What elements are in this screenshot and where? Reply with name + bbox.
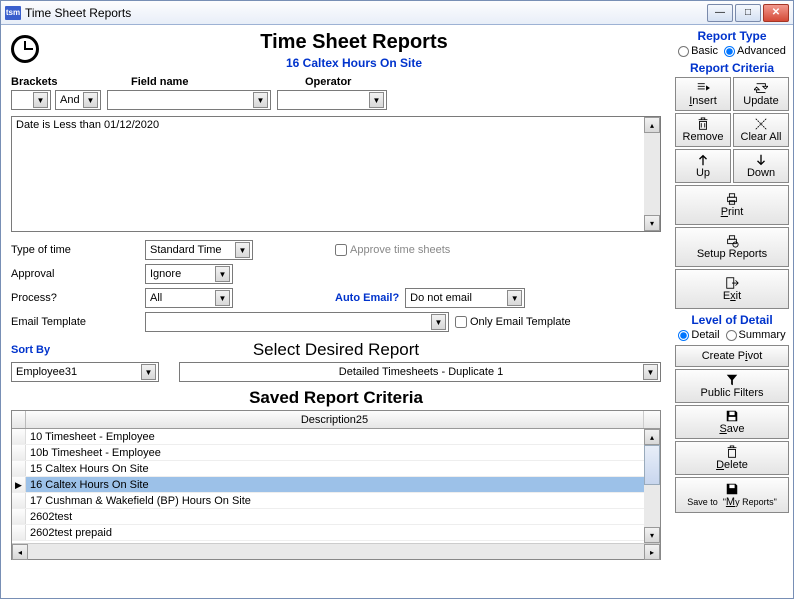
summary-radio[interactable]: Summary — [726, 329, 786, 341]
table-row[interactable]: 17 Cushman & Wakefield (BP) Hours On Sit… — [12, 493, 660, 509]
description-cell: 10 Timesheet - Employee — [26, 429, 644, 444]
fieldname-label: Field name — [131, 76, 305, 88]
report-select-dropdown[interactable]: ▼ Detailed Timesheets - Duplicate 1 — [179, 362, 661, 382]
process-value: All — [150, 292, 162, 304]
onlyemail-label: Only Email Template — [470, 316, 571, 328]
autoemail-value: Do not email — [410, 292, 472, 304]
insert-button[interactable]: Insert — [675, 77, 731, 111]
print-button[interactable]: Print — [675, 185, 789, 225]
approval-label: Approval — [11, 268, 145, 280]
logical-value: And — [60, 94, 80, 106]
autoemail-dropdown[interactable]: Do not email▼ — [405, 288, 525, 308]
description-cell: 17 Cushman & Wakefield (BP) Hours On Sit… — [26, 493, 644, 508]
grid-horizontal-scrollbar[interactable]: ◂▸ — [12, 543, 660, 559]
process-dropdown[interactable]: All▼ — [145, 288, 233, 308]
typeoftime-dropdown[interactable]: Standard Time▼ — [145, 240, 253, 260]
page-title: Time Sheet Reports — [47, 31, 661, 54]
level-of-detail-heading: Level of Detail — [675, 313, 789, 327]
remove-button[interactable]: Remove — [675, 113, 731, 147]
clock-icon — [11, 35, 39, 63]
close-button[interactable]: ✕ — [763, 4, 789, 22]
criteria-scrollbar[interactable]: ▴▾ — [644, 117, 660, 231]
emailtemplate-label: Email Template — [11, 316, 145, 328]
remove-label: Remove — [683, 131, 724, 143]
detail-radio[interactable]: Detail — [678, 329, 719, 341]
window-title: Time Sheet Reports — [25, 6, 707, 20]
approve-label: Approve time sheets — [350, 244, 450, 256]
clearall-button[interactable]: Clear All — [733, 113, 789, 147]
page-subtitle: 16 Caltex Hours On Site — [47, 56, 661, 70]
setup-reports-button[interactable]: Setup Reports — [675, 227, 789, 267]
sortby-label: Sort By — [11, 344, 50, 356]
emailtemplate-dropdown[interactable]: ▼ — [145, 312, 449, 332]
table-row[interactable]: 10 Timesheet - Employee — [12, 429, 660, 445]
description-column-header[interactable]: Description25 — [26, 411, 644, 428]
publicfilters-label: Public Filters — [701, 387, 764, 399]
advanced-radio[interactable]: Advanced — [724, 45, 786, 57]
logical-dropdown[interactable]: And▼ — [55, 90, 101, 110]
grid-vertical-scrollbar[interactable]: ▴▾ — [644, 429, 660, 543]
basic-radio[interactable]: Basic — [678, 45, 718, 57]
down-button[interactable]: Down — [733, 149, 789, 183]
criteria-textarea[interactable]: Date is Less than 01/12/2020 ▴▾ — [11, 116, 661, 232]
update-label: Update — [743, 95, 778, 107]
select-report-heading: Select Desired Report — [11, 340, 661, 360]
public-filters-button[interactable]: Public Filters — [675, 369, 789, 403]
maximize-button[interactable]: □ — [735, 4, 761, 22]
description-cell: 10b Timesheet - Employee — [26, 445, 644, 460]
operator-dropdown[interactable]: ▼ — [277, 90, 387, 110]
typeoftime-value: Standard Time — [150, 244, 222, 256]
clearall-label: Clear All — [741, 131, 782, 143]
description-cell: 16 Caltex Hours On Site — [26, 477, 644, 492]
autoemail-label: Auto Email? — [335, 292, 399, 304]
description-cell: 2602test — [26, 509, 644, 524]
description-cell: 15 Caltex Hours On Site — [26, 461, 644, 476]
brackets-dropdown[interactable]: ▼ — [11, 90, 51, 110]
exit-button[interactable]: Exit — [675, 269, 789, 309]
save-to-my-reports-button[interactable]: Save to "My Reports" — [675, 477, 789, 513]
operator-label: Operator — [305, 76, 425, 88]
title-bar: tsm Time Sheet Reports — □ ✕ — [1, 1, 793, 25]
insert-label: nsert — [692, 95, 716, 107]
up-label: Up — [696, 167, 710, 179]
up-button[interactable]: Up — [675, 149, 731, 183]
approval-dropdown[interactable]: Ignore▼ — [145, 264, 233, 284]
fieldname-dropdown[interactable]: ▼ — [107, 90, 271, 110]
report-criteria-heading: Report Criteria — [675, 61, 789, 75]
app-icon: tsm — [5, 6, 21, 20]
saved-criteria-grid: Description25 10 Timesheet - Employee10b… — [11, 410, 661, 560]
table-row[interactable]: 2602test — [12, 509, 660, 525]
saved-criteria-heading: Saved Report Criteria — [11, 388, 661, 408]
create-pivot-button[interactable]: Create Pivot — [675, 345, 789, 367]
delete-button[interactable]: Delete — [675, 441, 789, 475]
approval-value: Ignore — [150, 268, 181, 280]
down-label: Down — [747, 167, 775, 179]
process-label: Process? — [11, 292, 145, 304]
typeoftime-label: Type of time — [11, 244, 145, 256]
onlyemail-checkbox[interactable]: Only Email Template — [455, 316, 571, 328]
setup-label: Setup Reports — [697, 248, 767, 260]
report-type-heading: Report Type — [675, 29, 789, 43]
description-cell: 2602test prepaid — [26, 525, 644, 540]
report-select-value: Detailed Timesheets - Duplicate 1 — [339, 366, 503, 378]
save-button[interactable]: Save — [675, 405, 789, 439]
approve-checkbox[interactable]: Approve time sheets — [335, 244, 661, 256]
brackets-label: Brackets — [11, 76, 131, 88]
update-button[interactable]: Update — [733, 77, 789, 111]
table-row[interactable]: 2602test prepaid — [12, 525, 660, 541]
table-row[interactable]: 10b Timesheet - Employee — [12, 445, 660, 461]
table-row[interactable]: ▶16 Caltex Hours On Site — [12, 477, 660, 493]
minimize-button[interactable]: — — [707, 4, 733, 22]
sortby-value: Employee31 — [16, 366, 77, 378]
table-row[interactable]: 15 Caltex Hours On Site — [12, 461, 660, 477]
criteria-line: Date is Less than 01/12/2020 — [16, 119, 159, 131]
sortby-dropdown[interactable]: Employee31▼ — [11, 362, 159, 382]
